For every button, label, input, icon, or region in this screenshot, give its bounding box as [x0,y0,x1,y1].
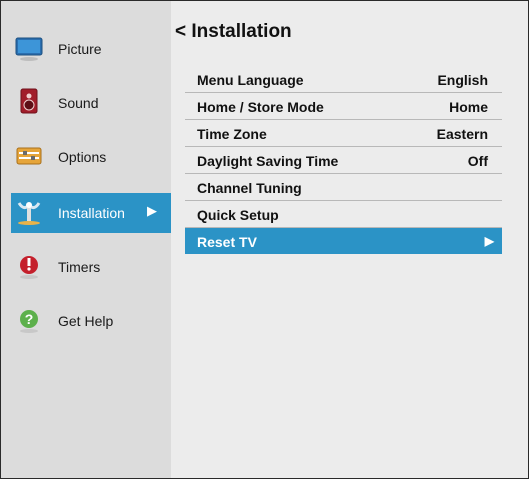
row-label: Menu Language [197,72,304,88]
page-title[interactable]: < Installation [175,21,292,43]
row-value: English [437,72,488,88]
menu-row-menu-language[interactable]: Menu Language English [185,66,502,93]
menu-row-reset-tv[interactable]: Reset TV ▶ [185,228,502,254]
satellite-icon [14,197,44,227]
row-label: Reset TV [197,234,257,250]
sidebar-item-label: Options [58,149,107,165]
sidebar-item-label: Get Help [58,313,114,329]
menu-row-home-store-mode[interactable]: Home / Store Mode Home [185,93,502,120]
menu-row-time-zone[interactable]: Time Zone Eastern [185,120,502,147]
sidebar-item-label: Picture [58,41,102,57]
sidebar-item-timers[interactable]: Timers [11,247,171,287]
row-label: Channel Tuning [197,180,302,196]
sidebar-item-picture[interactable]: Picture [11,29,171,69]
row-value: Eastern [436,126,488,142]
sidebar-item-label: Timers [58,259,101,275]
row-label: Time Zone [197,126,267,142]
svg-text:?: ? [25,311,34,327]
options-icon [14,141,44,171]
help-icon: ? [14,305,44,335]
row-value: Off [467,153,488,169]
sidebar-item-label: Installation [58,205,125,221]
chevron-right-icon: ▶ [484,234,494,248]
timer-icon [14,251,44,281]
row-label: Home / Store Mode [197,99,324,115]
row-value: Home [449,99,488,115]
sidebar-item-sound[interactable]: Sound [11,83,171,123]
sidebar: Picture Sound Options Installation ▶ Tim… [1,1,171,478]
menu-row-quick-setup[interactable]: Quick Setup [185,201,502,228]
tv-menu-screen: Picture Sound Options Installation ▶ Tim… [0,0,529,479]
main-panel: < Installation Menu Language English Hom… [171,1,528,478]
sidebar-item-options[interactable]: Options [11,137,171,177]
chevron-right-icon: ▶ [147,203,157,218]
sidebar-item-installation[interactable]: Installation ▶ [11,193,171,233]
row-label: Quick Setup [197,207,279,223]
sidebar-item-label: Sound [58,95,99,111]
speaker-icon [14,87,44,117]
row-label: Daylight Saving Time [197,153,339,169]
menu-row-daylight-saving-time[interactable]: Daylight Saving Time Off [185,147,502,174]
sidebar-item-get-help[interactable]: ? Get Help [11,301,171,341]
monitor-icon [14,33,44,63]
menu-row-channel-tuning[interactable]: Channel Tuning [185,174,502,201]
